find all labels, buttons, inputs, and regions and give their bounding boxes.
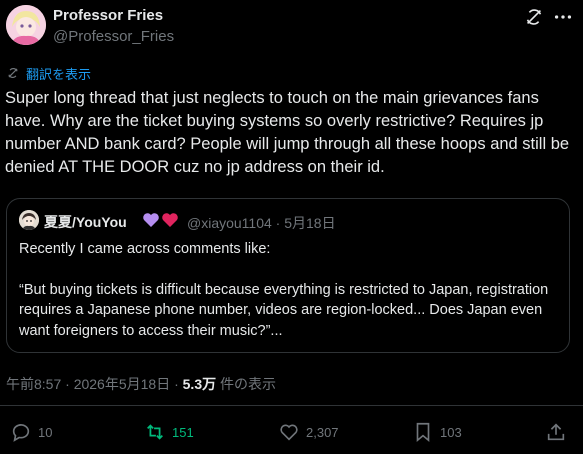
- post-timestamp[interactable]: 午前8:57 · 2026年5月18日 ·: [6, 376, 183, 392]
- quoted-post[interactable]: 夏夏/YouYou @xiayou1104 · 5月18日 Recently I…: [6, 198, 570, 353]
- reply-button[interactable]: 10: [10, 420, 52, 444]
- repost-button[interactable]: 151: [144, 420, 194, 444]
- view-count: 5.3万: [182, 376, 217, 392]
- heart-icon: [280, 424, 298, 441]
- author-name[interactable]: Professor Fries: [53, 7, 163, 24]
- quote-paragraph: Recently I came across comments like:: [19, 241, 271, 257]
- views-label: 件の表示: [216, 376, 276, 392]
- quote-paragraph: “But buying tickets is difficult because…: [19, 281, 549, 339]
- like-button[interactable]: 2,307: [278, 420, 339, 444]
- quote-author-avatar[interactable]: [19, 210, 39, 230]
- grok-translate-icon: [8, 68, 18, 78]
- repost-count: 151: [172, 424, 194, 440]
- bookmark-icon: [416, 422, 430, 443]
- grok-icon[interactable]: [523, 6, 545, 28]
- translate-link[interactable]: 翻訳を表示: [6, 64, 91, 82]
- author-avatar[interactable]: [6, 5, 46, 45]
- repost-icon: [147, 424, 163, 440]
- quote-spacer: [19, 260, 559, 280]
- quote-author-name[interactable]: 夏夏/YouYou: [44, 212, 127, 232]
- share-icon: [547, 423, 565, 441]
- quote-text: Recently I came across comments like: “B…: [19, 239, 559, 341]
- quote-handle-date[interactable]: @xiayou1104 · 5月18日: [187, 213, 336, 233]
- share-button[interactable]: [545, 420, 567, 444]
- bookmark-count: 103: [440, 424, 462, 440]
- post-header: Professor Fries @Professor_Fries: [0, 0, 583, 56]
- bookmark-button[interactable]: 103: [412, 420, 462, 444]
- translate-label: 翻訳を表示: [26, 66, 92, 82]
- like-count: 2,307: [306, 424, 339, 440]
- reply-count: 10: [38, 424, 53, 440]
- divider: [0, 405, 583, 406]
- author-handle[interactable]: @Professor_Fries: [53, 28, 174, 45]
- post-meta: 午前8:57 · 2026年5月18日 · 5.3万 件の表示: [6, 374, 276, 394]
- hearts-emoji-icon: [143, 213, 178, 227]
- more-options-icon[interactable]: [552, 6, 574, 28]
- reply-icon: [12, 424, 30, 442]
- post-text: Super long thread that just neglects to …: [5, 89, 570, 176]
